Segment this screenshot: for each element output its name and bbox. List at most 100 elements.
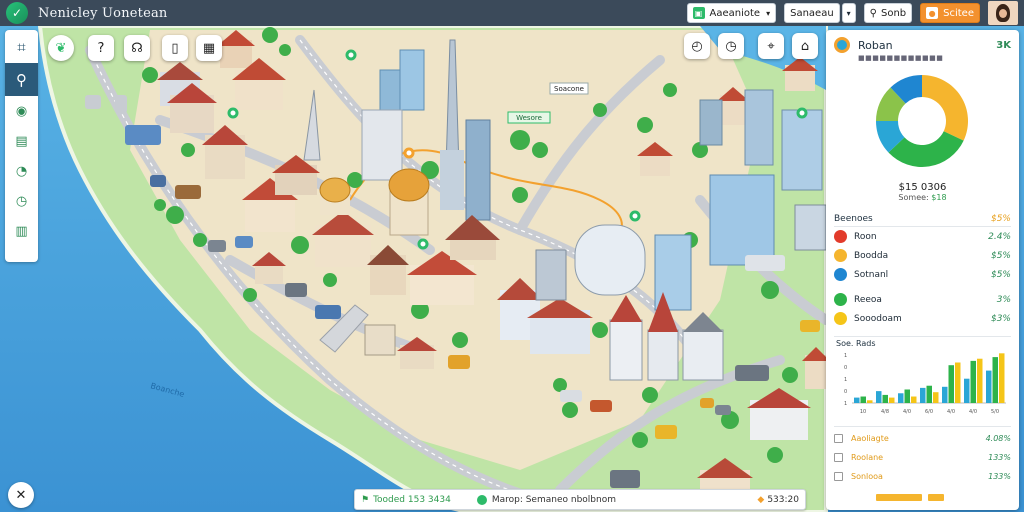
map-label-1: Soacone (554, 85, 584, 93)
layer-dropdown-label: Aaeaniote (709, 7, 761, 19)
panel-subtitle: ■■■■■■■■■■■■ (858, 54, 944, 62)
list-icon[interactable]: ▤ (5, 126, 38, 156)
legend-row[interactable]: Sooodoam $3% (834, 309, 1011, 328)
status-left-text: Tooded 153 3434 (373, 494, 451, 505)
view-button[interactable]: Sanaeau (784, 3, 840, 23)
bar-mark[interactable] (986, 370, 992, 403)
bar-mark[interactable] (970, 360, 977, 403)
panel-title: Roban (858, 38, 893, 52)
status-left-icon: ⚑ (361, 494, 370, 505)
donut-subtext: Somee: $18 (834, 193, 1011, 202)
bar-mark[interactable] (942, 386, 948, 403)
app-title: Nenicley Uonetean (38, 5, 168, 21)
save-icon[interactable]: ▥ (5, 216, 38, 246)
bar-mark[interactable] (860, 396, 867, 403)
bar-mark[interactable] (933, 392, 939, 403)
status-bar: ⚑ Tooded 153 3434 Marop: Semaneo nbolbnom… (354, 489, 806, 510)
legend-row[interactable]: Boodda $5% (834, 246, 1011, 265)
bar-mark[interactable] (926, 385, 933, 403)
chevron-down-icon: ▾ (766, 8, 771, 18)
headset-tool-icon[interactable]: ☊ (124, 35, 150, 61)
bar-mark[interactable] (904, 389, 911, 404)
compass-icon[interactable]: ◔ (5, 156, 38, 186)
bar-mark[interactable] (948, 365, 955, 403)
bar-mark[interactable] (999, 353, 1005, 403)
stat-icon (834, 434, 843, 443)
bar-x-tick: 5/0 (991, 409, 999, 415)
legend-label: Sooodoam (854, 313, 902, 324)
primary-action-button[interactable]: ● Scitee (920, 3, 980, 23)
status-right: ◆ 533:20 (757, 495, 799, 505)
bar-mark[interactable] (882, 394, 889, 403)
clock-tool-icon[interactable]: ◷ (718, 33, 744, 59)
layer-dropdown[interactable]: ▣ Aaeaniote ▾ (686, 3, 777, 23)
stat-icon (834, 472, 843, 481)
bar-chart-title: Soe. Rads (836, 339, 876, 348)
top-bar: ✓ Nenicley Uonetean ▣ Aaeaniote ▾ Sanaea… (0, 0, 1024, 26)
phone-tool-icon[interactable]: ▯ (162, 35, 188, 61)
bar-mark[interactable] (867, 400, 873, 403)
bar-y-tick: 1 (844, 401, 847, 407)
breakdown-header: Beenoes $5% (834, 214, 1011, 227)
bar-y-tick: 0 (844, 365, 847, 371)
legend-row[interactable]: Reeoa 3% (834, 290, 1011, 309)
stats-list: Aaoliagte 4.08% Roolane 133% Sonlooa 133% (834, 426, 1011, 486)
legend-row[interactable]: Sotnanl $5% (834, 265, 1011, 284)
bar-mark[interactable] (889, 397, 895, 403)
breakdown-header-value: $5% (990, 214, 1011, 224)
close-map-icon[interactable]: ✕ (8, 482, 34, 508)
stat-label: Sonlooa (851, 472, 883, 481)
bar-mark[interactable] (854, 397, 860, 403)
search-tool-icon[interactable]: ⚲ (5, 63, 38, 96)
timer-tool-icon[interactable]: ◴ (684, 33, 710, 59)
bar-mark[interactable] (955, 362, 961, 404)
clock-icon[interactable]: ◷ (5, 186, 38, 216)
status-mid: Marop: Semaneo nbolbnom (476, 494, 616, 505)
legend-dot-icon (834, 249, 847, 262)
status-right-text: 533:20 (767, 494, 799, 505)
search-button[interactable]: ⚲ Sonb (863, 3, 913, 23)
bar-mark[interactable] (977, 358, 983, 403)
bar-x-tick: 4/8 (881, 409, 889, 415)
question-tool-icon[interactable]: ? (88, 35, 114, 61)
breakdown-list: Roon 2.4% Boodda $5% Sotnanl $5% Reeoa 3% Sooodo… (834, 227, 1011, 328)
legend-dot-icon (834, 230, 847, 243)
view-button-label: Sanaeau (790, 7, 834, 19)
user-avatar[interactable] (988, 1, 1018, 25)
legend-dot-icon (834, 268, 847, 281)
donut-sub-label: Somee: (898, 193, 929, 202)
pin-tool-icon[interactable]: ⌖ (758, 33, 784, 59)
legend-dot-icon (834, 312, 847, 325)
stat-row: Sonlooa 133% (834, 467, 1011, 486)
donut-slice[interactable] (922, 75, 968, 141)
status-mid-text: Marop: Semaneo nbolbnom (491, 494, 616, 505)
bar-mark[interactable] (992, 357, 999, 403)
stat-value: 133% (988, 472, 1011, 481)
legend-label: Reeoa (854, 294, 882, 305)
panel-header: Roban 3K (834, 36, 1011, 54)
stat-label: Roolane (851, 453, 884, 462)
qr-tool-icon[interactable]: ▦ (196, 35, 222, 61)
legend-value: 3% (996, 294, 1011, 305)
legend-value: $5% (990, 269, 1011, 280)
bar-mark[interactable] (898, 393, 904, 403)
bar-y-tick: 1 (844, 377, 847, 383)
donut-sub-value: $18 (931, 193, 947, 202)
location-icon[interactable]: ◉ (5, 96, 38, 126)
view-dropdown-toggle[interactable]: ▾ (841, 3, 856, 23)
legend-value: 2.4% (988, 231, 1011, 242)
panel-target-icon (834, 37, 850, 53)
grid-icon[interactable]: ⌗ (5, 30, 38, 63)
legend-row[interactable]: Roon 2.4% (834, 227, 1011, 246)
pier-building (364, 324, 396, 356)
primary-action-label: Scitee (943, 7, 974, 19)
bar-chart: Soe. Rads 1 0 1 0 1 10 4/8 4/0 6/0 4/0 4/0 5/0 (834, 336, 1011, 418)
building-tool-icon[interactable]: ⌂ (792, 33, 818, 59)
stat-value: 4.08% (985, 434, 1011, 443)
bar-mark[interactable] (920, 387, 926, 403)
bar-mark[interactable] (911, 396, 917, 403)
bar-mark[interactable] (876, 391, 882, 403)
breakdown-title: Beenoes (834, 214, 873, 224)
bar-mark[interactable] (964, 378, 970, 403)
leaf-tool-icon[interactable]: ❦ (48, 35, 74, 61)
